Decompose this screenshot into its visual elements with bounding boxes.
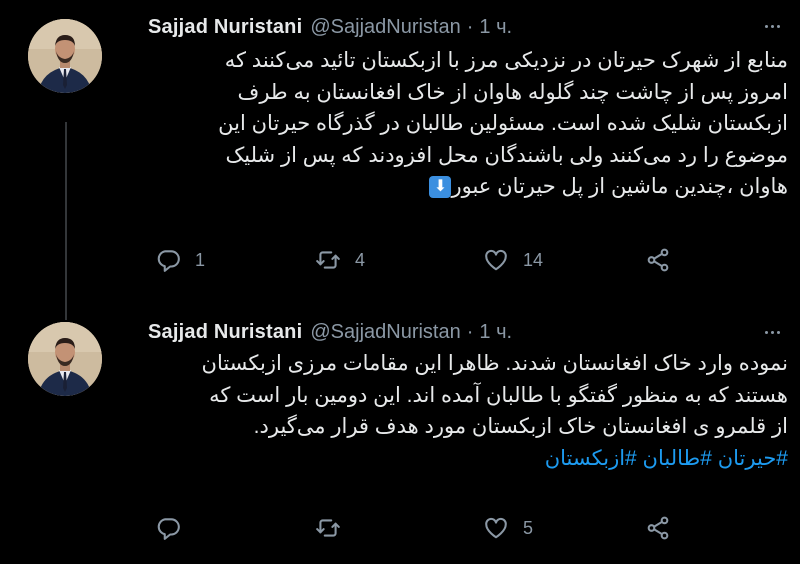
author-handle[interactable]: @SajjadNuristan [310,16,460,39]
tweet-actions: 5 [155,508,695,548]
avatar[interactable] [28,19,102,93]
author-name[interactable]: Sajjad Nuristani [148,16,302,39]
tweet-text: منابع از شهرک حیرتان در نزدیکی مرز با از… [148,45,788,203]
tweet-text: نموده وارد خاک افغانستان شدند. ظاهرا این… [148,348,788,474]
reply-count: 1 [195,249,206,270]
more-options-button[interactable] [760,322,784,342]
tweet[interactable]: Sajjad Nuristani @SajjadNuristan · 1 ч. … [0,300,800,564]
reply-icon [157,250,180,272]
tweet[interactable]: Sajjad Nuristani @SajjadNuristan · 1 ч. … [0,0,800,300]
like-count: 14 [523,249,544,270]
retweet-count: 4 [355,249,366,270]
more-options-button[interactable] [760,16,784,36]
tweet-text-line: موضوع را رد می‌کنند ولی باشندگان محل افز… [225,143,788,167]
reply-button[interactable] [155,508,195,548]
share-icon [647,516,669,540]
retweet-icon [316,519,340,537]
tweet-text-fragment: هاوان ،چندین ماشین از پل حیرتان عبور [451,175,788,198]
more-icon [764,24,768,28]
retweet-button[interactable] [315,508,355,548]
like-button[interactable]: 5 [483,508,533,548]
tweet-header: Sajjad Nuristani @SajjadNuristan · 1 ч. [148,317,512,347]
tweet-header: Sajjad Nuristani @SajjadNuristan · 1 ч. [148,12,512,42]
retweet-button[interactable]: 4 [315,240,365,280]
like-icon [485,517,507,539]
retweet-icon [316,251,340,269]
more-icon [764,330,768,334]
share-icon [647,248,669,272]
separator: · [466,15,474,38]
tweet-text-line: ازبکستان شلیک شده است. مسئولین طالبان در… [218,112,788,135]
tweet-text-line: نموده وارد خاک افغانستان شدند. ظاهرا این… [201,352,788,375]
share-button[interactable] [645,508,671,548]
author-name[interactable]: Sajjad Nuristani [148,321,302,344]
tweet-text-line: هستند که به منظور گفتگو با طالبان آمده ا… [209,383,788,407]
timestamp[interactable]: 1 ч. [479,321,512,344]
tweet-actions: 1 4 14 [155,240,695,280]
down-arrow-emoji-icon: ⬇ [429,176,452,199]
like-count: 5 [523,517,534,538]
reply-button[interactable]: 1 [155,240,205,280]
like-icon [485,249,507,271]
separator: · [466,320,474,343]
author-handle[interactable]: @SajjadNuristan [310,321,460,344]
avatar[interactable] [28,322,102,396]
tweet-text-line-last: هاوان ،چندین ماشین از پل حیرتان عبور⬇ [148,171,788,203]
tweet-text-line: منابع از شهرک حیرتان در نزدیکی مرز با از… [224,49,788,72]
share-button[interactable] [645,240,671,280]
tweet-text-line: از قلمرو ی افغانستان خاک ازبکستان مورد ه… [253,415,788,438]
hashtags[interactable]: #حیرتان #طالبان #ازبکستان [148,443,788,475]
timestamp[interactable]: 1 ч. [479,16,512,39]
reply-icon [157,518,180,540]
tweet-text-line: امروز پس از چاشت چند گلوله هاوان از خاک … [237,80,788,104]
like-button[interactable]: 14 [483,240,543,280]
